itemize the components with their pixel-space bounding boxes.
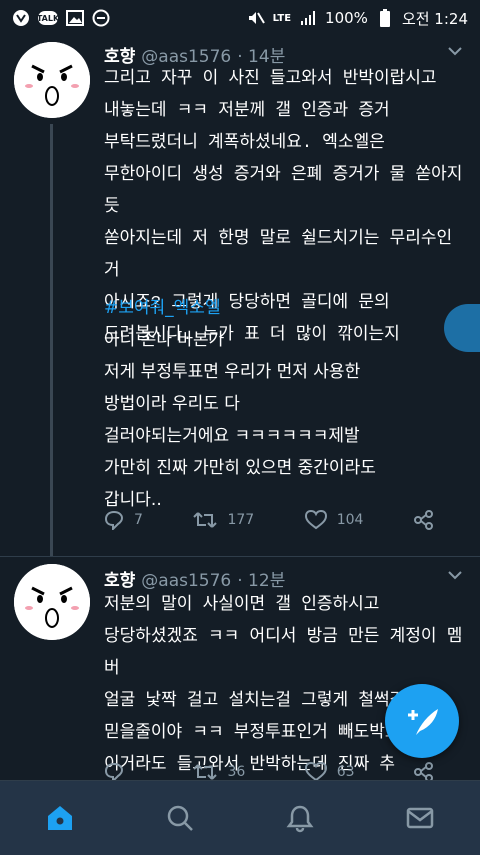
mute-icon: [247, 9, 265, 27]
retweet-button[interactable]: 177: [193, 511, 254, 529]
reply-button[interactable]: [104, 762, 134, 780]
status-bar-left: TALK: [12, 9, 110, 27]
home-icon: [48, 806, 72, 830]
tweet[interactable]: 호향 @aas1576 · 14분 그리고 자꾸 이 사진 들고와서 반박이랍시…: [0, 36, 480, 556]
quoted-body: 아니 존나 바본가 저게 부정투표면 우리가 먼저 사용한 방법이라 우리도 다…: [104, 330, 376, 510]
avatar[interactable]: [14, 42, 90, 118]
hashtag-link[interactable]: #보여줘_엑소엘: [104, 292, 459, 324]
tab-home[interactable]: [30, 788, 90, 848]
tweet-actions: 36 63: [104, 762, 434, 780]
divider: [0, 556, 480, 557]
compose-tweet-button[interactable]: [385, 684, 459, 758]
like-count: 63: [336, 764, 355, 780]
thread-line: [50, 124, 53, 556]
tweet-header: 호향 @aas1576 · 12분: [104, 566, 285, 591]
notifications-icon: [286, 805, 314, 833]
timeline[interactable]: 호향 @aas1576 · 14분 그리고 자꾸 이 사진 들고와서 반박이랍시…: [0, 36, 480, 780]
like-count: 104: [336, 512, 364, 528]
battery-icon: [376, 9, 394, 27]
heart-icon: [304, 510, 327, 530]
status-bar-right: LTE 100% 오전 1:24: [247, 8, 468, 29]
share-button[interactable]: [413, 510, 434, 530]
like-button[interactable]: 63: [304, 762, 355, 780]
battery-percent: 100%: [325, 9, 368, 27]
do-not-disturb-icon: [92, 9, 110, 27]
messages-icon: [406, 807, 434, 829]
tweet-actions: 7 177 104: [104, 510, 434, 530]
share-button[interactable]: [413, 762, 434, 780]
angry-face-icon: [14, 564, 90, 640]
retweet-icon: [193, 764, 218, 780]
tab-notifications[interactable]: [270, 788, 330, 848]
avatar[interactable]: [14, 564, 90, 640]
reply-icon: [104, 762, 124, 780]
status-bar: TALK LTE 100% 오전 1:24: [0, 0, 480, 36]
app-notification-icon: [12, 9, 30, 27]
kakaotalk-icon: TALK: [37, 11, 59, 25]
tab-search[interactable]: [150, 788, 210, 848]
tweet-menu-chevron-icon[interactable]: [448, 568, 462, 584]
display-name[interactable]: 호향: [104, 566, 135, 591]
reply-count: 7: [134, 512, 143, 528]
tab-messages[interactable]: [390, 788, 450, 848]
angry-face-icon: [14, 42, 90, 118]
search-icon: [167, 805, 193, 831]
retweet-count: 36: [227, 764, 246, 780]
quoted-text[interactable]: #보여줘_엑소엘 아니 존나 바본가 저게 부정투표면 우리가 먼저 사용한 방…: [104, 292, 459, 516]
user-handle[interactable]: @aas1576: [141, 571, 231, 591]
tweet-menu-chevron-icon[interactable]: [448, 44, 462, 60]
like-button[interactable]: 104: [304, 510, 364, 530]
bottom-tab-bar: [0, 780, 480, 855]
retweet-icon: [193, 512, 218, 528]
gallery-icon: [66, 9, 84, 27]
retweet-button[interactable]: 36: [193, 763, 245, 780]
reply-button[interactable]: 7: [104, 510, 143, 530]
signal-icon: [299, 9, 317, 27]
compose-icon: [408, 709, 438, 735]
network-type: LTE: [272, 12, 292, 24]
share-icon: [413, 762, 433, 780]
share-icon: [413, 510, 433, 530]
tweet-time: · 12분: [237, 571, 286, 591]
heart-icon: [304, 762, 327, 780]
clock: 오전 1:24: [401, 9, 468, 28]
retweet-count: 177: [227, 512, 255, 528]
reply-icon: [104, 510, 124, 530]
